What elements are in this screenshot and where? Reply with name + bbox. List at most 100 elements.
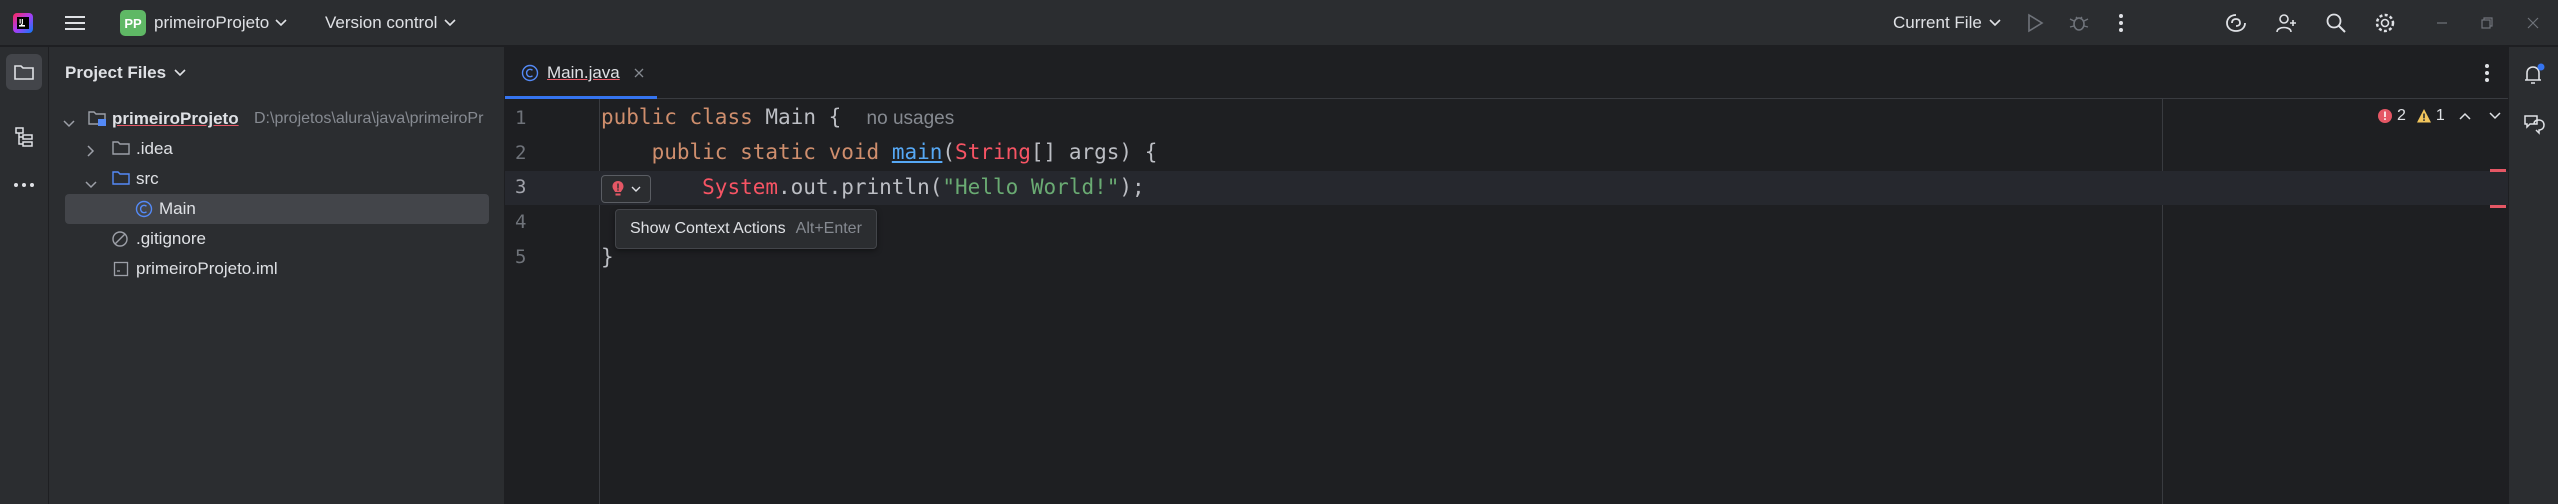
code-token: ); (1119, 175, 1145, 199)
chevron-down-icon[interactable] (63, 113, 75, 133)
settings-gear-icon[interactable] (2374, 0, 2396, 46)
tree-item-gitignore[interactable]: .gitignore (49, 224, 504, 254)
chevron-down-icon (174, 64, 186, 82)
code-line-2[interactable]: public static void main(String[] args) { (601, 140, 1158, 164)
tree-item-src[interactable]: src (49, 164, 504, 194)
svg-text:IJ: IJ (19, 19, 23, 26)
context-action-bulb[interactable] (601, 175, 651, 203)
source-folder-icon (111, 170, 131, 191)
close-tab-icon[interactable] (634, 68, 644, 78)
project-panel-title: Project Files (65, 63, 167, 82)
tree-item-project-root[interactable]: primeiroProjeto D:\projetos\alura\java\p… (49, 104, 504, 134)
warning-count: 1 (2435, 107, 2445, 124)
code-token: String (955, 140, 1031, 164)
code-token: public (601, 105, 677, 129)
code-token: } (601, 245, 614, 269)
chevron-right-icon[interactable] (87, 142, 95, 162)
ignore-file-icon (111, 230, 129, 253)
close-window-icon[interactable] (2527, 0, 2539, 46)
code-token: System (702, 175, 779, 199)
left-tool-window-strip (0, 47, 49, 504)
project-root-path: D:\projetos\alura\java\primeiroPr (254, 110, 484, 127)
tab-label: Main.java (547, 63, 620, 82)
title-bar: IJ PP primeiroProjeto Version control Cu… (0, 0, 2558, 46)
code-line-3[interactable]: System.out.println("Hello World!"); (601, 175, 1145, 199)
vcs-selector[interactable]: Version control (325, 0, 457, 46)
line-number: 4 (515, 211, 527, 233)
search-icon[interactable] (2325, 0, 2347, 46)
project-selector[interactable]: PP primeiroProjeto (120, 0, 287, 46)
more-tools-icon[interactable] (6, 167, 42, 203)
inspection-widget[interactable]: 2 1 (2377, 105, 2501, 127)
editor-tab-bar: Main.java (505, 47, 2508, 99)
ai-chat-icon[interactable] (2517, 107, 2551, 141)
right-margin-guide (2162, 99, 2163, 504)
next-highlight-icon[interactable] (2489, 112, 2501, 120)
line-number: 5 (515, 246, 527, 268)
tree-item-label: .gitignore (136, 229, 206, 248)
tree-item-iml[interactable]: primeiroProjeto.iml (49, 254, 504, 284)
run-config-selector[interactable]: Current File (1893, 0, 2001, 46)
line-number: 1 (515, 107, 527, 129)
line-number: 2 (515, 142, 527, 164)
code-token: [] args) { (1030, 140, 1158, 164)
project-tool-window: Project Files primeiroProjeto D:\projeto… (49, 47, 505, 504)
right-tool-window-strip (2508, 47, 2558, 504)
project-name: primeiroProjeto (154, 13, 270, 32)
warning-icon (2416, 108, 2432, 124)
tooltip-label: Show Context Actions (630, 220, 786, 237)
previous-highlight-icon[interactable] (2459, 112, 2471, 120)
tree-item-label: primeiroProjeto.iml (136, 259, 278, 278)
chevron-down-icon[interactable] (85, 174, 97, 194)
more-actions-icon[interactable] (2118, 0, 2124, 46)
run-config-label: Current File (1893, 13, 1982, 32)
structure-icon[interactable] (6, 119, 42, 155)
code-token: ( (942, 140, 956, 164)
context-actions-tooltip: Show Context Actions Alt+Enter (615, 209, 877, 249)
module-file-icon (113, 261, 129, 282)
app-logo-icon[interactable]: IJ (12, 0, 34, 46)
tree-item-label: .idea (136, 139, 173, 158)
inlay-hint[interactable]: no usages (867, 108, 955, 129)
project-view-selector[interactable]: Project Files (65, 47, 186, 99)
restore-icon[interactable] (2481, 0, 2493, 46)
notifications-bell-icon[interactable] (2517, 57, 2551, 91)
tooltip-shortcut: Alt+Enter (795, 220, 862, 237)
error-count: 2 (2397, 107, 2406, 124)
debug-icon[interactable] (2069, 0, 2089, 46)
code-line-1[interactable]: public class Main { no usages (601, 105, 954, 130)
editor-area: Main.java 1 2 3 4 5 public class Main { … (505, 47, 2508, 504)
code-token: class (689, 105, 753, 129)
error-bulb-icon (611, 180, 625, 198)
tree-item-label: src (136, 169, 159, 188)
tab-main-java[interactable]: Main.java (505, 47, 657, 99)
gutter-separator (599, 99, 600, 504)
vcs-label: Version control (325, 13, 438, 32)
module-folder-icon (87, 109, 107, 132)
tree-item-idea[interactable]: .idea (49, 134, 504, 164)
project-badge: PP (120, 10, 146, 36)
tree-item-label: Main (159, 199, 196, 218)
active-tab-indicator (505, 96, 657, 99)
error-icon (2377, 108, 2393, 124)
run-icon[interactable] (2026, 0, 2044, 46)
tree-item-main[interactable]: Main (65, 194, 489, 224)
project-root-label: primeiroProjeto (112, 109, 239, 128)
error-stripe-mark[interactable] (2490, 205, 2506, 208)
error-stripe-mark[interactable] (2490, 169, 2506, 172)
line-number: 3 (515, 176, 527, 198)
main-menu-icon[interactable] (64, 0, 86, 46)
code-token: "Hello World!" (942, 175, 1120, 199)
add-user-icon[interactable] (2275, 0, 2297, 46)
code-token: .out.println( (778, 175, 943, 199)
project-folder-icon[interactable] (6, 54, 42, 90)
code-line-5[interactable]: } (601, 245, 614, 269)
tab-options-icon[interactable] (2477, 61, 2497, 85)
minimize-icon[interactable] (2436, 0, 2448, 46)
code-token: Main { (765, 105, 842, 129)
chevron-down-icon (444, 14, 457, 32)
folder-icon (111, 140, 131, 161)
ai-assistant-icon[interactable] (2225, 0, 2247, 46)
java-class-icon (521, 64, 539, 82)
code-token: public static void (651, 140, 880, 164)
